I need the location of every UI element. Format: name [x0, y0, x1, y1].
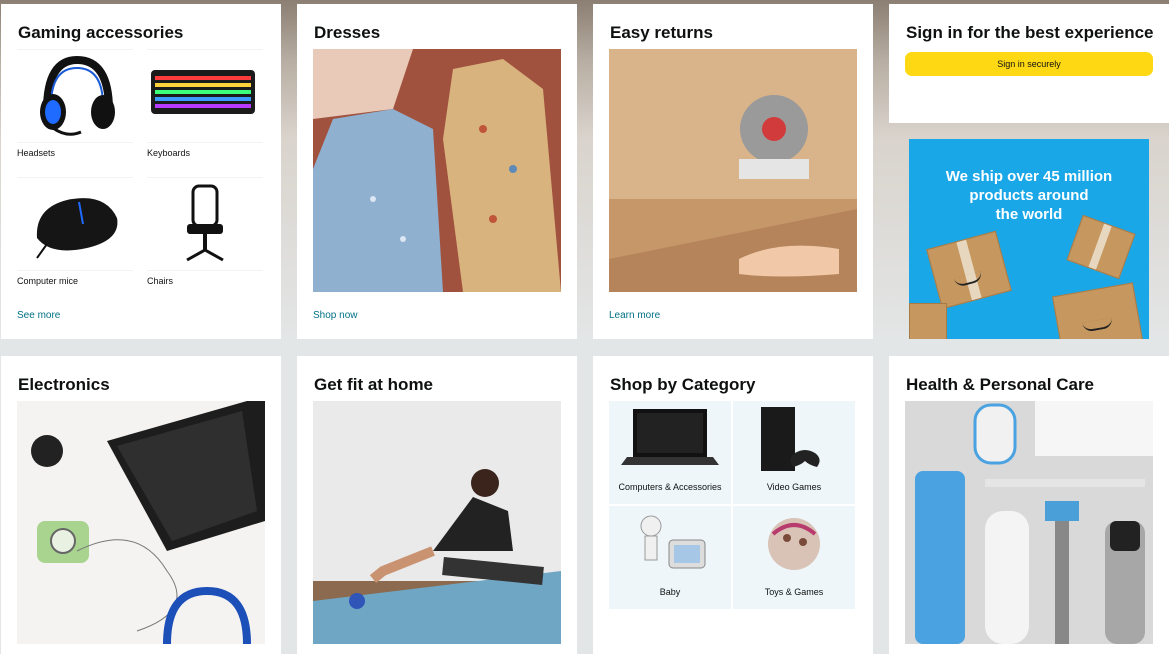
electronics-image[interactable]	[17, 401, 265, 644]
card-title: Get fit at home	[314, 375, 434, 394]
tile-label: Computer mice	[17, 276, 79, 286]
shipping-box-icon	[926, 230, 1012, 310]
card-title: Dresses	[314, 23, 381, 42]
card-title: Health & Personal Care	[906, 375, 1095, 394]
shipping-box-icon	[1066, 214, 1136, 280]
category-video-games[interactable]: Video Games	[733, 401, 855, 504]
card-title: Gaming accessories	[18, 23, 184, 42]
toy-ball-icon	[768, 518, 820, 570]
dresses-image[interactable]	[313, 49, 561, 292]
console-icon	[761, 407, 820, 471]
shipping-banner[interactable]: We ship over 45 million products around …	[909, 139, 1149, 339]
category-baby[interactable]: Baby	[609, 506, 731, 609]
category-label: Toys & Games	[764, 587, 824, 597]
banner-line-1: We ship over 45 million	[945, 168, 1113, 185]
card-get-fit: Get fit at home	[297, 356, 577, 654]
category-computers[interactable]: Computers & Accessories	[609, 401, 731, 504]
shop-now-link[interactable]: Shop now	[313, 310, 357, 321]
baby-monitor-icon	[640, 515, 706, 569]
learn-more-link[interactable]: Learn more	[609, 310, 660, 321]
card-health-personal-care: Health & Personal Care	[889, 356, 1169, 654]
banner-line-3: the world	[995, 206, 1063, 223]
see-more-link[interactable]: See more	[17, 310, 60, 321]
keyboard-image	[147, 49, 263, 143]
category-label: Baby	[659, 587, 681, 597]
card-gaming-accessories: Gaming accessories Headsets Keyboards Co…	[1, 4, 281, 339]
category-toys[interactable]: Toys & Games	[733, 506, 855, 609]
shipping-box-icon	[909, 303, 947, 339]
mouse-image	[17, 177, 133, 271]
category-label: Video Games	[766, 482, 822, 492]
fitness-image[interactable]	[313, 401, 561, 644]
card-title: Shop by Category	[610, 375, 756, 394]
banner-line-2: products around	[969, 187, 1089, 204]
card-sign-in: Sign in for the best experience Sign in …	[889, 4, 1169, 123]
card-title: Easy returns	[610, 23, 713, 42]
sign-in-button[interactable]: Sign in securely	[905, 52, 1153, 76]
tile-headsets[interactable]: Headsets	[17, 49, 133, 159]
card-title: Electronics	[18, 375, 110, 394]
tile-computer-mice[interactable]: Computer mice	[17, 177, 133, 287]
tile-chairs[interactable]: Chairs	[147, 177, 263, 287]
shipping-box-icon	[1052, 282, 1144, 339]
tile-label: Keyboards	[147, 148, 191, 158]
tile-keyboards[interactable]: Keyboards	[147, 49, 263, 159]
headset-image	[17, 49, 133, 143]
chair-image	[147, 177, 263, 271]
tile-label: Chairs	[147, 276, 174, 286]
card-title: Sign in for the best experience	[906, 23, 1154, 42]
returns-image[interactable]	[609, 49, 857, 292]
card-dresses: Dresses Shop now	[297, 4, 577, 339]
laptop-icon	[621, 409, 719, 465]
banner-text: We ship over 45 million products around …	[909, 167, 1149, 224]
tile-label: Headsets	[17, 148, 56, 158]
category-label: Computers & Accessories	[618, 482, 722, 492]
health-image[interactable]	[905, 401, 1153, 644]
card-electronics: Electronics	[1, 356, 281, 654]
card-easy-returns: Easy returns Learn more	[593, 4, 873, 339]
card-shop-by-category: Shop by Category Computers & Accessories…	[593, 356, 873, 654]
